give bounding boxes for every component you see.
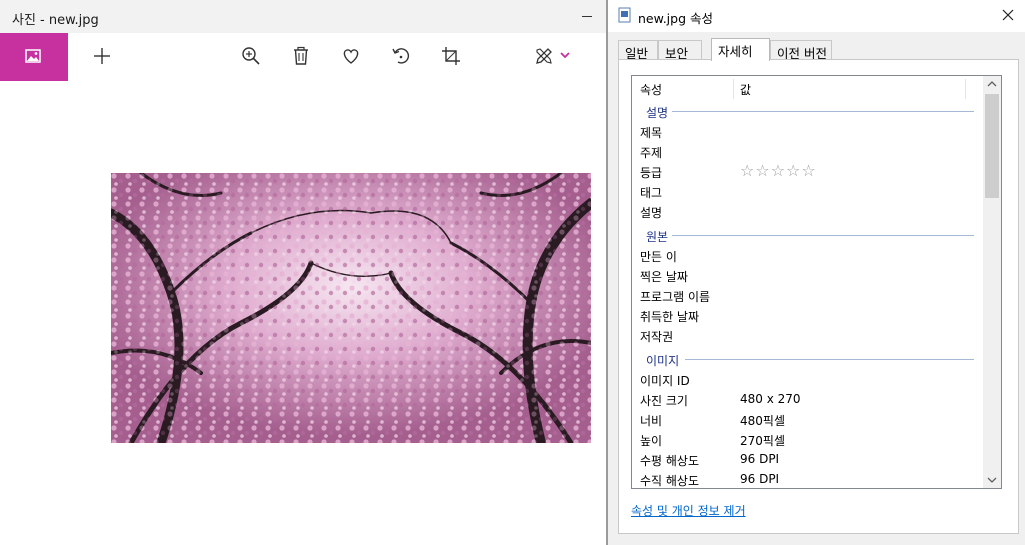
heart-icon[interactable] [340, 45, 362, 67]
property-name: 사진 크기 [640, 394, 688, 408]
photos-home-button[interactable] [0, 33, 68, 81]
property-value: 480 x 270 [740, 392, 801, 406]
property-value: 96 DPI [740, 472, 780, 486]
property-name: 제목 [640, 126, 663, 140]
list-item[interactable]: 설명 [632, 201, 984, 221]
properties-titlebar: new.jpg 속성 [608, 0, 1025, 32]
close-icon[interactable] [999, 6, 1017, 24]
group-label: 원본 [646, 230, 669, 244]
cherry-blossom-photo [111, 173, 591, 443]
property-name: 높이 [640, 434, 663, 448]
tab-previous-versions[interactable]: 이전 버전 [770, 40, 832, 61]
list-item[interactable]: 만든 이 [632, 245, 984, 265]
group-header-origin: 원본 [632, 225, 984, 245]
minimize-button[interactable] [576, 4, 600, 28]
property-name: 주제 [640, 146, 663, 160]
rotate-icon[interactable] [390, 45, 412, 67]
list-item[interactable]: 수평 해상도 96 DPI [632, 449, 984, 469]
list-item[interactable]: 태그 [632, 181, 984, 201]
scroll-up-icon[interactable] [983, 76, 1001, 93]
properties-window-title: new.jpg 속성 [638, 11, 713, 26]
list-item[interactable]: 취득한 날짜 [632, 305, 984, 325]
list-header: 속성 값 [632, 76, 984, 100]
property-name: 취득한 날짜 [640, 310, 700, 324]
property-name: 설명 [640, 206, 663, 220]
properties-tabs: 일반 보안 자세히 이전 버전 [618, 38, 1018, 61]
list-item[interactable]: 프로그램 이름 [632, 285, 984, 305]
list-item[interactable]: 사진 크기 480 x 270 [632, 389, 984, 409]
group-label: 설명 [646, 106, 669, 120]
property-name: 수평 해상도 [640, 454, 700, 468]
group-divider [685, 359, 974, 360]
list-item[interactable]: 너비 480픽셀 [632, 409, 984, 429]
edit-draw-icon[interactable] [533, 45, 555, 67]
list-item[interactable]: 저작권 [632, 325, 984, 345]
property-name: 수직 해상도 [640, 474, 700, 488]
group-divider [672, 235, 974, 236]
property-name: 너비 [640, 414, 663, 428]
properties-dialog: new.jpg 속성 일반 보안 자세히 이전 버전 속성 값 설명 제목 주제 [608, 0, 1025, 545]
list-item[interactable]: 찍은 날짜 [632, 265, 984, 285]
photos-titlebar: 사진 - new.jpg [0, 0, 608, 33]
property-name: 태그 [640, 186, 663, 200]
list-item[interactable]: 높이 270픽셀 [632, 429, 984, 449]
list-item[interactable]: 주제 [632, 141, 984, 161]
rating-stars[interactable]: ☆☆☆☆☆ [740, 161, 817, 180]
property-value: 480픽셀 [740, 414, 785, 428]
remove-properties-link[interactable]: 속성 및 개인 정보 제거 [631, 502, 746, 519]
zoom-in-icon[interactable] [240, 45, 262, 67]
scrollbar-thumb[interactable] [985, 94, 999, 198]
photos-window-title: 사진 - new.jpg [12, 13, 99, 28]
column-header-property[interactable]: 속성 [640, 81, 662, 98]
list-item[interactable]: 제목 [632, 121, 984, 141]
details-tab-panel: 속성 값 설명 제목 주제 등급 ☆☆☆☆☆ 태그 설명 원본 만든 이 찍은 날… [618, 59, 1019, 534]
group-header-description: 설명 [632, 101, 984, 121]
group-divider [672, 111, 974, 112]
photos-icon [25, 49, 41, 63]
property-name: 만든 이 [640, 250, 677, 264]
vertical-scrollbar[interactable] [983, 76, 1001, 488]
chevron-down-icon[interactable] [558, 45, 572, 67]
tab-security[interactable]: 보안 [658, 40, 702, 61]
property-name: 등급 [640, 166, 663, 180]
property-value: 270픽셀 [740, 434, 785, 448]
property-name: 저작권 [640, 330, 674, 344]
column-separator[interactable] [733, 79, 734, 99]
details-list[interactable]: 속성 값 설명 제목 주제 등급 ☆☆☆☆☆ 태그 설명 원본 만든 이 찍은 날… [631, 75, 1002, 489]
photos-app-window: 사진 - new.jpg [0, 0, 608, 545]
scroll-down-icon[interactable] [983, 471, 1001, 488]
photo-viewer-image[interactable] [111, 173, 591, 443]
list-item[interactable]: 이미지 ID [632, 369, 984, 389]
group-label: 이미지 [646, 354, 680, 368]
crop-icon[interactable] [440, 45, 462, 67]
list-item[interactable]: 수직 해상도 96 DPI [632, 469, 984, 488]
property-value: 96 DPI [740, 452, 780, 466]
property-name: 이미지 ID [640, 374, 690, 388]
tab-details[interactable]: 자세히 [711, 38, 770, 61]
add-icon[interactable] [91, 45, 113, 67]
group-header-image: 이미지 [632, 349, 984, 369]
tab-general[interactable]: 일반 [618, 40, 658, 61]
delete-icon[interactable] [290, 45, 312, 67]
property-name: 프로그램 이름 [640, 290, 711, 304]
column-separator[interactable] [965, 79, 966, 99]
property-name: 찍은 날짜 [640, 270, 688, 284]
list-item[interactable]: 등급 ☆☆☆☆☆ [632, 161, 984, 181]
column-header-value[interactable]: 값 [740, 81, 751, 98]
image-file-icon [618, 7, 631, 23]
